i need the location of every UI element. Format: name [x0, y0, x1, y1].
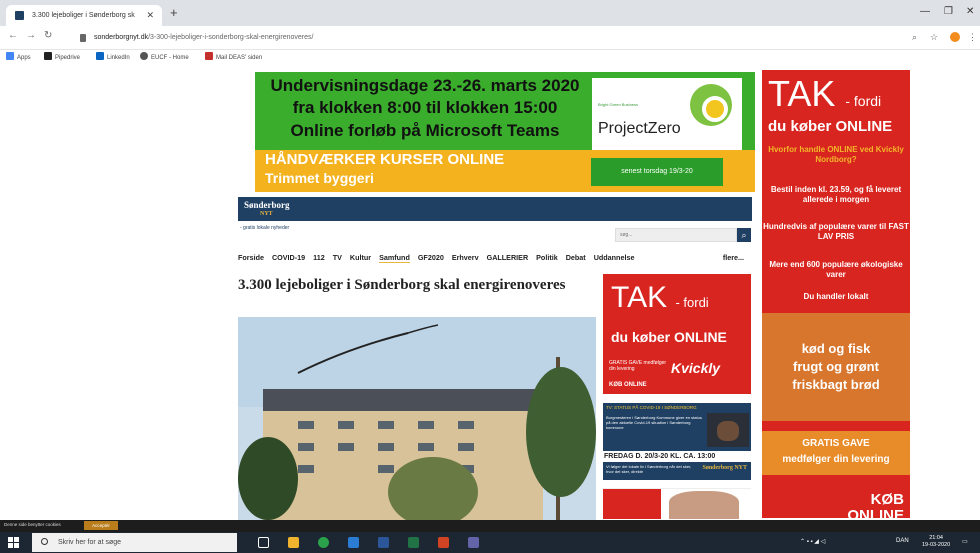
cookie-text: Denne side benytter cookies	[4, 522, 61, 527]
nav-item-forside[interactable]: Forside	[238, 253, 264, 262]
ad-yellow-title: HÅNDVÆRKER KURSER ONLINE	[265, 151, 505, 168]
apps-grid-icon	[6, 52, 14, 60]
site-tagline: - gratis lokale nyheder	[240, 225, 290, 231]
forward-icon[interactable]: →	[26, 30, 36, 41]
kvickly-logo: Kvickly	[671, 360, 721, 376]
vegetables-image: kød og fisk frugt og grønt friskbagt brø…	[762, 313, 910, 421]
nav-item-gallerier[interactable]: GALLERIER	[487, 253, 529, 262]
nav-item-tv[interactable]: TV	[333, 253, 342, 262]
nav-item-uddannelse[interactable]: Uddannelse	[594, 253, 635, 262]
close-tab-icon[interactable]: ✕	[146, 5, 154, 26]
site-masthead: Sønderborg NYT	[238, 197, 752, 221]
site-logo[interactable]: Sønderborg NYT	[244, 201, 290, 219]
nav-more-link[interactable]: flere...	[723, 253, 744, 262]
cookie-bar: Denne side benytter cookies Acceptér	[0, 520, 980, 532]
ad-line-3: Online forløb på Microsoft Teams	[290, 121, 560, 140]
minimize-icon[interactable]: —	[920, 6, 930, 17]
bookmark-eucf[interactable]: EUCF - Home	[140, 50, 189, 66]
kvickly-ad-skyscraper[interactable]: TAK - fordi du køber ONLINE Hvorfor hand…	[762, 70, 910, 518]
nav-item-politik[interactable]: Politik	[536, 253, 558, 262]
live-banner[interactable]: Vi følger det lokale liv i Sønderborg nå…	[603, 462, 751, 480]
ad-line-2: fra klokken 8:00 til klokken 15:00	[292, 98, 558, 117]
nav-item-kultur[interactable]: Kultur	[350, 253, 371, 262]
projectzero-logo: Bright Green Business ProjectZero	[592, 78, 742, 150]
bookmark-linkedin[interactable]: LinkedIn	[96, 50, 130, 66]
outlook-icon[interactable]	[348, 537, 359, 548]
ad-yellow-subtitle: Trimmet byggeri	[265, 170, 374, 186]
site-favicon-icon	[15, 11, 24, 20]
url-path: /3-300-lejeboliger-i-sonderborg-skal-ene…	[148, 34, 314, 41]
overhead-wire	[297, 324, 438, 374]
new-tab-button[interactable]: +	[170, 5, 178, 21]
taskbar-search-input[interactable]: Skriv her for at søge	[32, 533, 237, 552]
nav-item-covid[interactable]: COVID-19	[272, 253, 305, 262]
notification-icon[interactable]: ▭	[962, 538, 968, 545]
article-photo[interactable]	[238, 317, 596, 520]
powerpoint-icon[interactable]	[438, 537, 449, 548]
nav-item-gf2020[interactable]: GF2020	[418, 253, 444, 262]
pipedrive-icon	[44, 52, 52, 60]
bookmarks-bar: Apps Pipedrive LinkedIn EUCF - Home Mail…	[0, 50, 980, 66]
tab-title: 3.300 lejeboliger i Sønderborg sk	[32, 12, 135, 19]
browser-tab-bar: 3.300 lejeboliger i Sønderborg sk ✕ + — …	[0, 0, 980, 26]
language-indicator[interactable]: DAN	[896, 538, 909, 544]
bookmark-mail-deas[interactable]: Mail DEAS' siden	[205, 50, 262, 66]
browser-tab[interactable]: 3.300 lejeboliger i Sønderborg sk ✕	[6, 5, 162, 26]
profile-avatar[interactable]	[950, 32, 960, 42]
windows-taskbar: Skriv her for at søge ⌃ ▪ ▪ ◢ ◁ DAN 21:0…	[0, 532, 980, 553]
banner-ad-undervisning[interactable]: Undervisningsdage 23.-26. marts 2020 fra…	[255, 72, 755, 150]
banner-ad-haandvaerker[interactable]: HÅNDVÆRKER KURSER ONLINE Trimmet byggeri…	[255, 150, 755, 192]
menu-dots-icon[interactable]: ⋮	[968, 32, 977, 43]
back-icon[interactable]: ←	[8, 30, 18, 41]
lock-icon	[80, 34, 86, 42]
kvickly-ad-small[interactable]: TAK - fordi du køber ONLINE GRATIS GAVE …	[603, 274, 751, 394]
nav-item-samfund[interactable]: Samfund	[379, 253, 410, 263]
teams-icon[interactable]	[468, 537, 479, 548]
tray-icons[interactable]: ⌃ ▪ ▪ ◢ ◁	[800, 538, 825, 545]
bookmark-apps[interactable]: Apps	[6, 50, 31, 66]
search-icon[interactable]: ⌕	[737, 228, 751, 242]
search-input[interactable]	[615, 228, 737, 242]
excel-icon[interactable]	[408, 537, 419, 548]
search-icon	[41, 538, 48, 545]
tv-status-box[interactable]: TV: STATUS PÅ COVID-19 I SØNDERBORG Borg…	[603, 403, 751, 451]
bookmark-pipedrive[interactable]: Pipedrive	[44, 50, 80, 66]
globe-icon	[140, 52, 148, 60]
windows-start-icon[interactable]	[8, 537, 20, 549]
mail-icon	[205, 52, 213, 60]
reload-icon[interactable]: ↻	[44, 30, 52, 41]
linkedin-icon	[96, 52, 104, 60]
chrome-icon[interactable]	[318, 537, 329, 548]
cookie-accept-button[interactable]: Acceptér	[84, 521, 118, 530]
close-window-icon[interactable]: ✕	[966, 6, 974, 17]
nav-item-debat[interactable]: Debat	[566, 253, 586, 262]
bookmark-star-icon[interactable]: ☆	[930, 32, 938, 43]
nav-item-112[interactable]: 112	[313, 253, 325, 262]
file-explorer-icon[interactable]	[288, 537, 299, 548]
article-title: 3.300 lejeboliger i Sønderborg skal ener…	[238, 277, 566, 293]
zoom-icon[interactable]: ⌕	[912, 32, 917, 43]
tv-broadcast-time: FREDAG D. 20/3-20 KL. CA. 13:00	[604, 453, 716, 460]
maximize-icon[interactable]: ❐	[944, 6, 953, 17]
projectzero-circle-icon	[690, 84, 732, 126]
system-clock[interactable]: 21:04 19-03-2020	[922, 535, 950, 549]
task-view-icon[interactable]	[258, 537, 269, 548]
ad-yellow-deadline: senest torsdag 19/3-20	[591, 158, 723, 186]
url-host: sonderborgnyt.dk	[94, 34, 149, 41]
bottom-ad[interactable]	[603, 488, 751, 519]
url-field[interactable]: sonderborgnyt.dk/3-300-lejeboliger-i-son…	[76, 29, 944, 47]
word-icon[interactable]	[378, 537, 389, 548]
tv-thumbnail	[707, 413, 749, 447]
ad-line-1: Undervisningsdage 23.-26. marts 2020	[270, 76, 580, 95]
main-nav: Forside COVID-19 112 TV Kultur Samfund G…	[238, 253, 752, 267]
nav-item-erhverv[interactable]: Erhverv	[452, 253, 479, 262]
